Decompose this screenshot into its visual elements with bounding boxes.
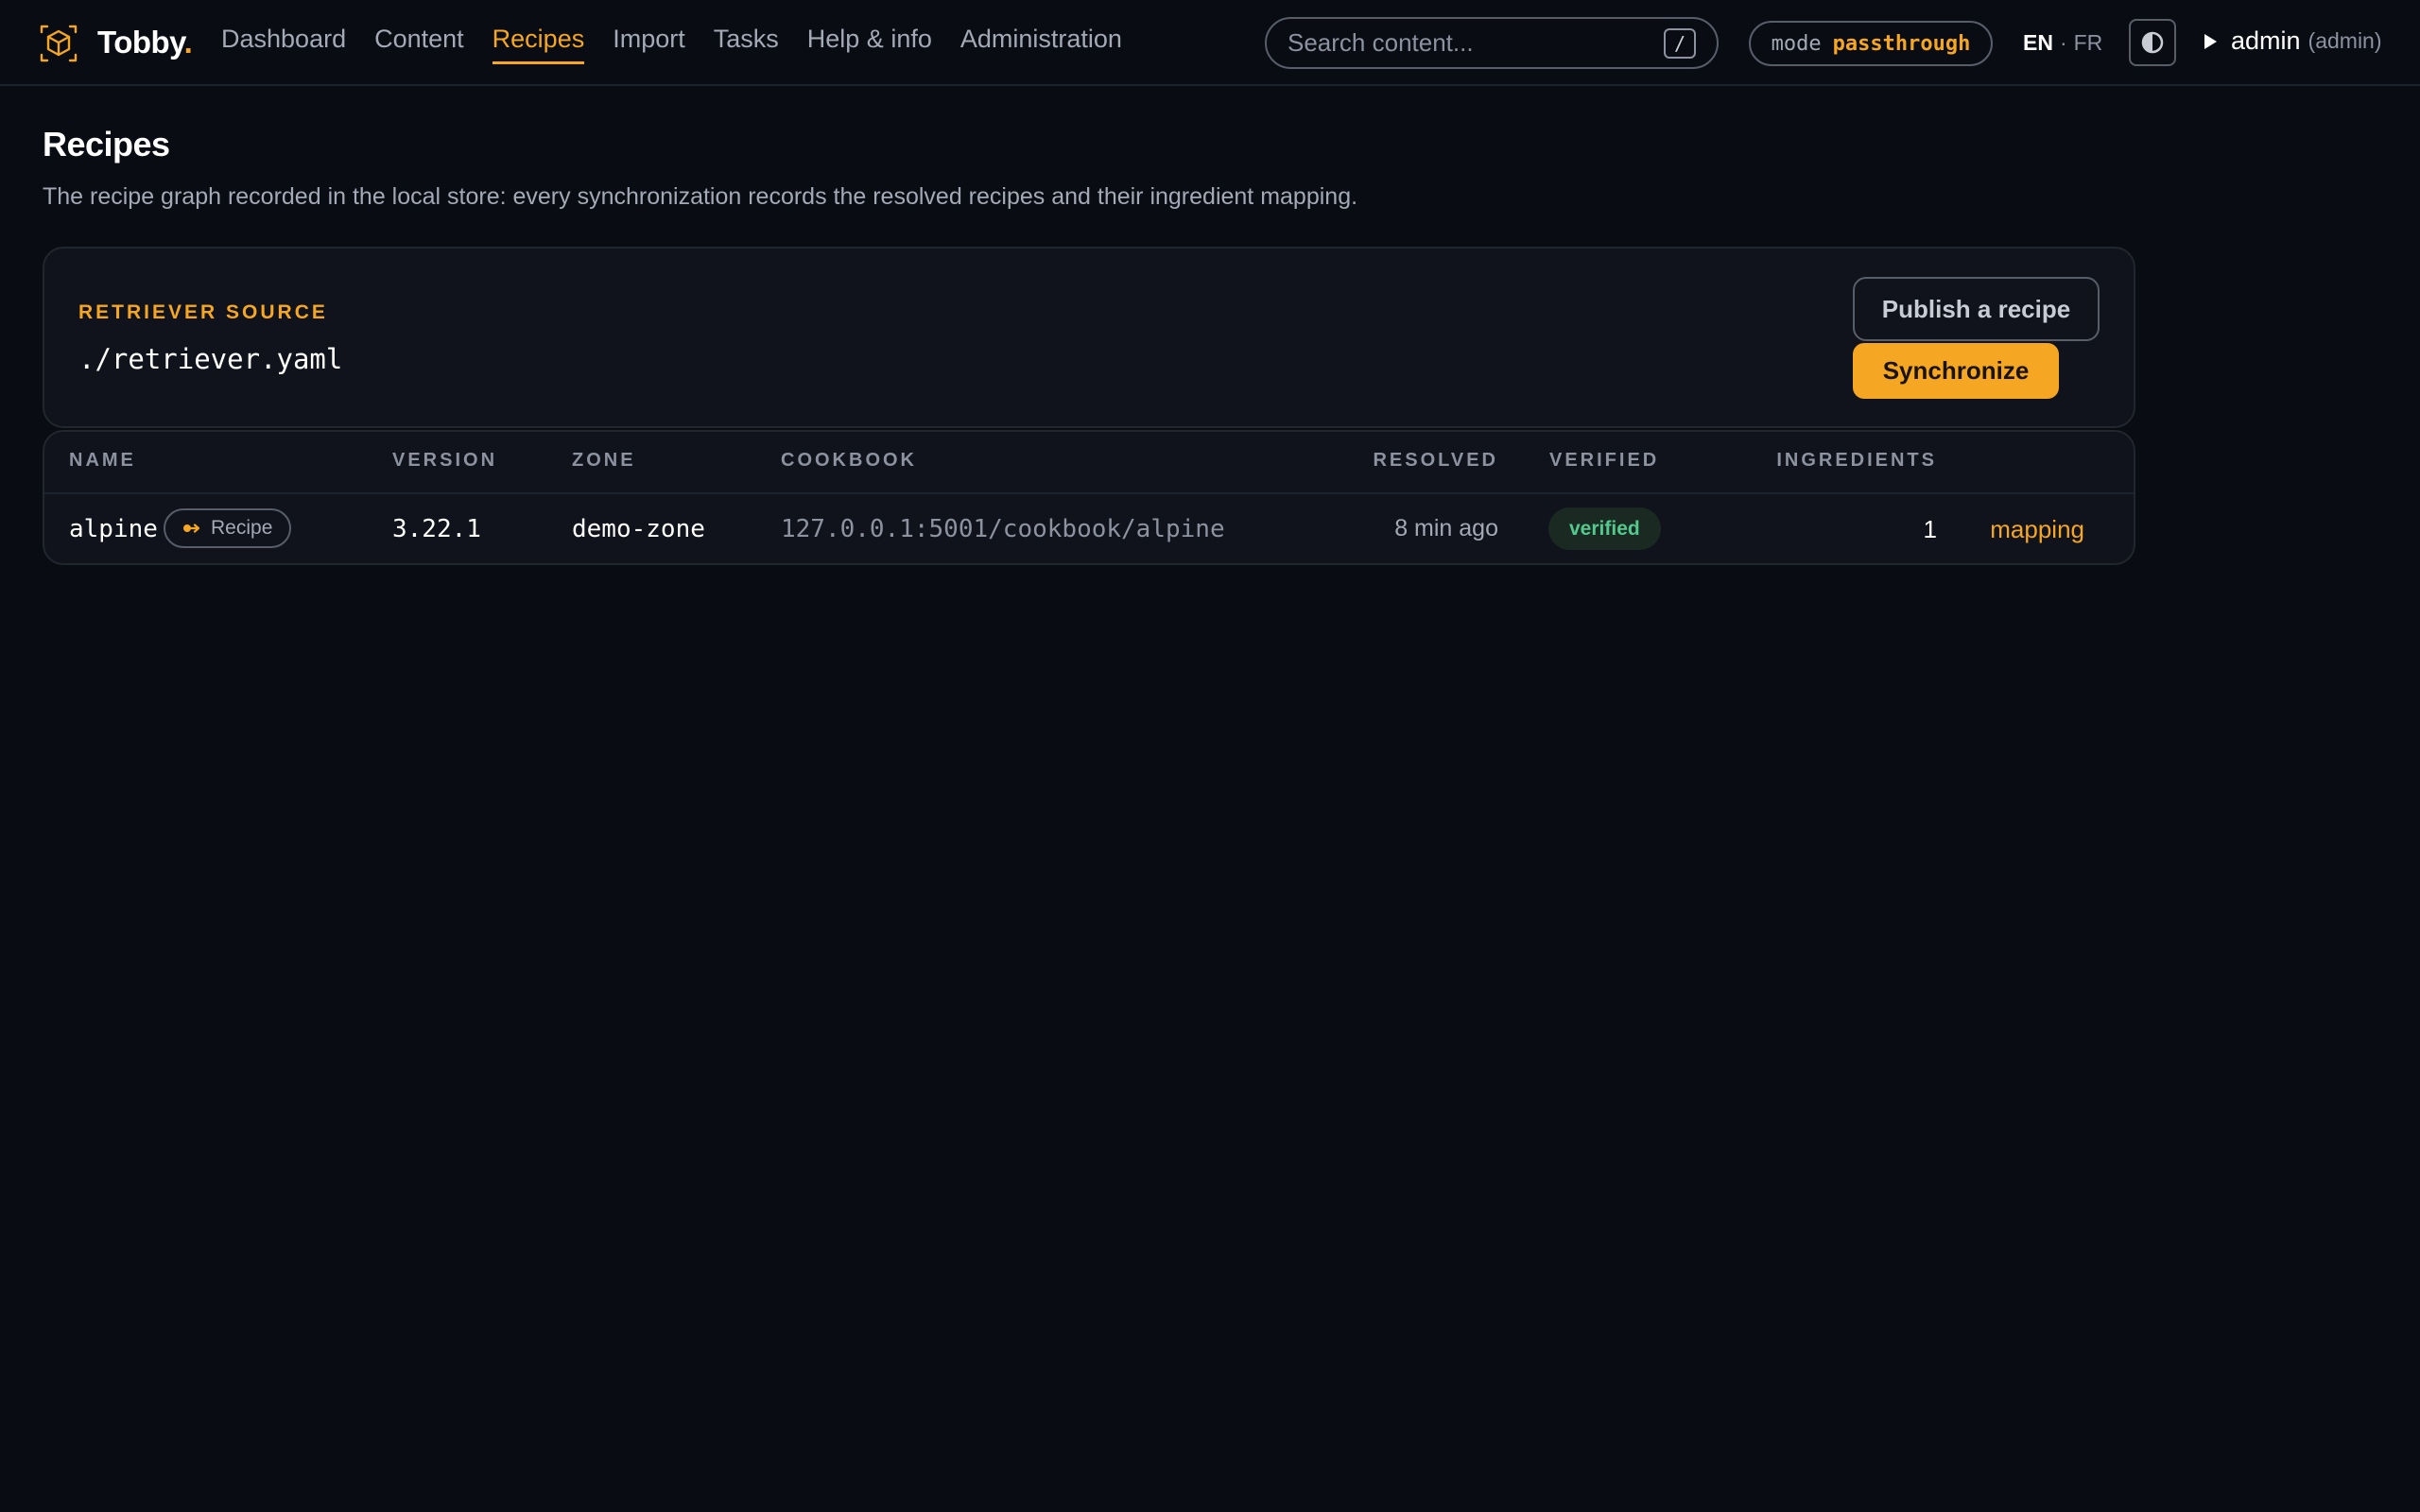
nav-item-administration[interactable]: Administration <box>960 25 1122 64</box>
column-header-verified: VERIFIED <box>1549 450 1660 471</box>
recipe-type-badge: Recipe <box>164 508 292 548</box>
column-header-ingredients: INGREDIENTS <box>1776 450 1937 471</box>
user-menu[interactable]: admin (admin) <box>2203 26 2382 56</box>
recipe-resolved-time: 8 min ago <box>1394 515 1498 541</box>
link-arrow-icon <box>183 524 200 533</box>
recipe-cookbook: 127.0.0.1:5001/cookbook/alpine <box>781 515 1225 543</box>
main-nav: Dashboard Content Recipes Import Tasks H… <box>221 25 1122 64</box>
nav-item-recipes[interactable]: Recipes <box>492 25 585 64</box>
lang-fr[interactable]: FR <box>2074 30 2103 55</box>
recipe-badge-label: Recipe <box>211 517 273 539</box>
verified-status-badge: verified <box>1548 507 1661 550</box>
source-label: RETRIEVER SOURCE <box>78 301 328 323</box>
retriever-source-card: RETRIEVER SOURCE ./retriever.yaml Publis… <box>43 247 2135 428</box>
nav-item-content[interactable]: Content <box>374 25 464 64</box>
recipe-version: 3.22.1 <box>392 515 481 543</box>
brand-text: Tobby <box>97 25 184 60</box>
page-title: Recipes <box>43 125 170 163</box>
mode-key: mode <box>1771 31 1822 56</box>
search-shortcut-key: / <box>1664 27 1696 59</box>
language-switcher: EN · FR <box>2023 30 2102 56</box>
search-box: / <box>1265 17 1719 69</box>
table-row[interactable]: alpine Recipe 3.22.1 demo-zone 127.0.0.1… <box>44 494 2134 565</box>
synchronize-button[interactable]: Synchronize <box>1853 343 2059 399</box>
nav-item-help-info[interactable]: Help & info <box>807 25 932 64</box>
column-header-cookbook: COOKBOOK <box>781 450 917 471</box>
recipes-table: NAME VERSION ZONE COOKBOOK RESOLVED VERI… <box>43 430 2135 565</box>
source-path: ./retriever.yaml <box>78 343 343 375</box>
lang-separator: · <box>2059 30 2067 55</box>
column-header-name: NAME <box>69 450 136 471</box>
brand-dot: . <box>183 25 193 60</box>
recipe-zone: demo-zone <box>572 515 705 543</box>
brand-name[interactable]: Tobby. <box>97 25 193 60</box>
top-navigation-bar: Tobby. Dashboard Content Recipes Import … <box>0 0 2420 86</box>
cube-logo-icon[interactable] <box>38 23 79 64</box>
half-circle-contrast-icon <box>2141 31 2164 54</box>
search-input[interactable] <box>1288 28 1664 58</box>
recipe-ingredients-count: 1 <box>1923 515 1937 543</box>
column-header-resolved: RESOLVED <box>1373 450 1498 471</box>
page-description: The recipe graph recorded in the local s… <box>43 183 1358 210</box>
column-header-zone: ZONE <box>572 450 636 471</box>
user-name: admin <box>2231 26 2301 55</box>
table-header: NAME VERSION ZONE COOKBOOK RESOLVED VERI… <box>44 432 2134 494</box>
recipe-name: alpine <box>69 515 158 543</box>
publish-recipe-button[interactable]: Publish a recipe <box>1853 277 2100 341</box>
mode-value: passthrough <box>1832 31 1971 56</box>
nav-item-tasks[interactable]: Tasks <box>714 25 779 64</box>
theme-toggle-button[interactable] <box>2129 19 2176 66</box>
mapping-link[interactable]: mapping <box>1990 515 2084 544</box>
play-triangle-icon <box>2204 33 2217 49</box>
column-header-version: VERSION <box>392 450 498 471</box>
nav-item-import[interactable]: Import <box>613 25 685 64</box>
nav-item-dashboard[interactable]: Dashboard <box>221 25 346 64</box>
mode-indicator[interactable]: mode passthrough <box>1749 21 1993 66</box>
lang-en[interactable]: EN <box>2023 30 2053 55</box>
user-role: (admin) <box>2308 28 2382 53</box>
